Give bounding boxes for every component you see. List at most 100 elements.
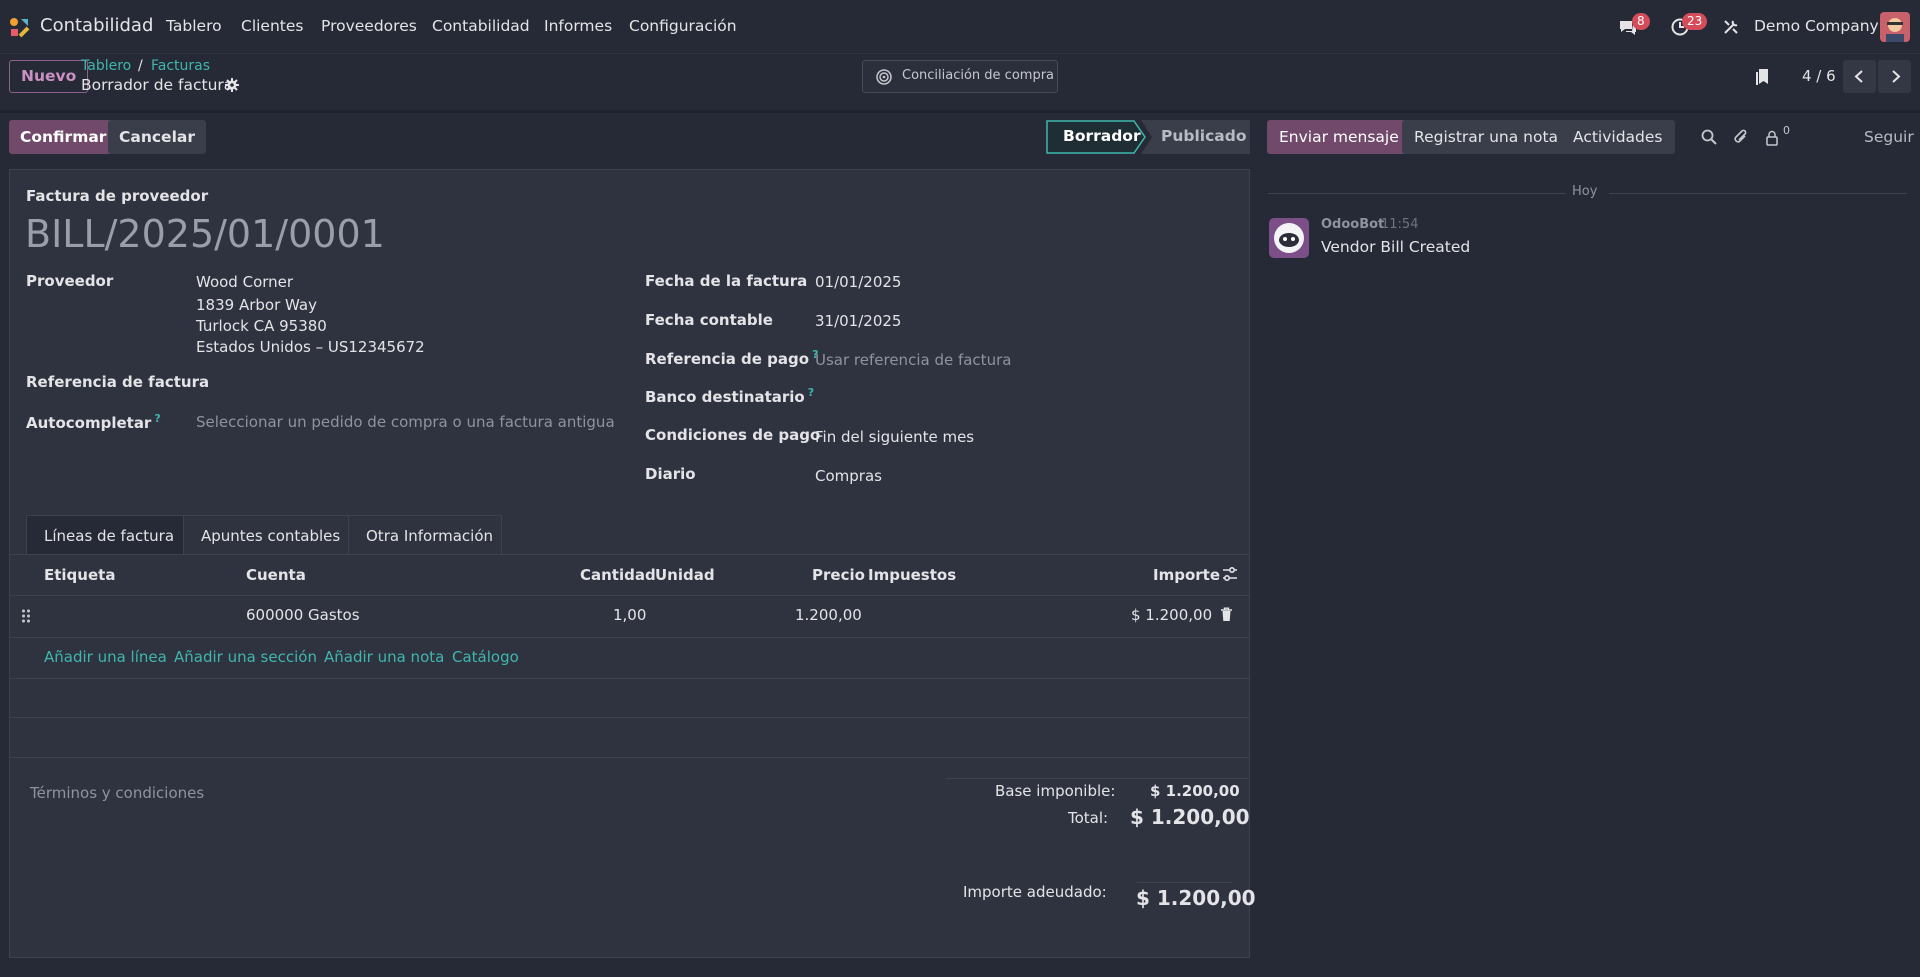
follow-button[interactable]: Seguir xyxy=(1864,128,1914,146)
message-author[interactable]: OdooBot xyxy=(1321,217,1384,232)
tab-other-info[interactable]: Otra Información xyxy=(348,515,502,555)
payment-reference-label: Referencia de pago? xyxy=(645,348,819,368)
recipient-bank-label: Banco destinatario? xyxy=(645,386,815,406)
target-icon xyxy=(876,69,892,85)
tab-invoice-lines[interactable]: Líneas de factura xyxy=(26,515,184,555)
drag-handle-icon[interactable] xyxy=(21,609,31,623)
smart-button-reconciliation[interactable]: Conciliación de compra xyxy=(862,60,1058,93)
messages-badge: 8 xyxy=(1632,13,1650,30)
activities-button[interactable]: Actividades xyxy=(1561,120,1675,154)
untaxed-label: Base imponible: xyxy=(995,782,1116,800)
pager-previous-button[interactable] xyxy=(1843,60,1876,93)
company-switcher[interactable]: Demo Company xyxy=(1754,17,1879,35)
nav-clientes[interactable]: Clientes xyxy=(241,17,303,35)
invoice-date-input[interactable]: 01/01/2025 xyxy=(815,273,901,291)
bill-reference-input[interactable] xyxy=(196,370,596,394)
followers-lock-icon[interactable] xyxy=(1765,130,1779,146)
add-section-link[interactable]: Añadir una sección xyxy=(174,648,317,666)
cell-quantity[interactable]: 1,00 xyxy=(613,606,646,624)
col-price[interactable]: Precio xyxy=(812,566,865,584)
recipient-bank-input[interactable] xyxy=(815,386,1215,410)
pager-value[interactable]: 4 / 6 xyxy=(1802,67,1836,85)
vendor-country: Estados Unidos – US12345672 xyxy=(196,338,425,356)
cell-price[interactable]: 1.200,00 xyxy=(795,606,862,624)
confirm-button[interactable]: Confirmar xyxy=(9,120,118,154)
invoice-name[interactable]: BILL/2025/01/0001 xyxy=(25,212,385,256)
cell-account[interactable]: 600000 Gastos xyxy=(246,606,360,624)
payment-terms-label: Condiciones de pago xyxy=(645,426,821,444)
total-label: Total: xyxy=(1068,809,1109,827)
recipient-bank-help-icon[interactable]: ? xyxy=(808,386,814,399)
odoobot-avatar xyxy=(1269,218,1309,258)
accounting-date-label: Fecha contable xyxy=(645,311,773,329)
log-note-button[interactable]: Registrar una nota xyxy=(1402,120,1571,154)
col-uom[interactable]: Unidad xyxy=(655,566,715,584)
smart-button-label: Conciliación de compra xyxy=(902,68,1055,83)
autocomplete-label: Autocompletar? xyxy=(26,412,161,432)
gear-icon[interactable] xyxy=(225,78,239,92)
empty-row-divider-1 xyxy=(9,678,1250,679)
tabs-underline xyxy=(9,554,1250,555)
add-line-link[interactable]: Añadir una línea xyxy=(44,648,167,666)
payment-reference-input[interactable]: Usar referencia de factura xyxy=(815,351,1011,369)
nav-informes[interactable]: Informes xyxy=(544,17,612,35)
followers-count: 0 xyxy=(1783,124,1790,137)
send-message-button[interactable]: Enviar mensaje xyxy=(1267,120,1411,154)
row-divider xyxy=(9,637,1250,638)
status-stage-draft[interactable]: Borrador xyxy=(1046,120,1146,154)
untaxed-amount: $ 1.200,00 xyxy=(1150,782,1240,800)
status-stage-posted-label: Publicado xyxy=(1161,127,1247,145)
vendor-city: Turlock CA 95380 xyxy=(196,317,327,335)
add-note-link[interactable]: Añadir una nota xyxy=(324,648,444,666)
payment-terms-input[interactable]: Fin del siguiente mes xyxy=(815,428,974,446)
date-separator-line-right xyxy=(1609,193,1907,194)
nav-tablero[interactable]: Tablero xyxy=(166,17,222,35)
pager-next-button[interactable] xyxy=(1878,60,1911,93)
totals-top-line xyxy=(946,778,1248,779)
cancel-button[interactable]: Cancelar xyxy=(108,120,206,154)
col-label[interactable]: Etiqueta xyxy=(44,566,115,584)
attachment-icon[interactable] xyxy=(1733,128,1749,146)
new-button[interactable]: Nuevo xyxy=(9,60,89,93)
terms-conditions-input[interactable]: Términos y condiciones xyxy=(30,784,204,802)
nav-configuracion[interactable]: Configuración xyxy=(629,17,737,35)
col-quantity[interactable]: Cantidad xyxy=(580,566,656,584)
vendor-name[interactable]: Wood Corner xyxy=(196,273,293,291)
autocomplete-help-icon[interactable]: ? xyxy=(154,412,160,425)
control-divider xyxy=(0,110,1920,113)
col-amount[interactable]: Importe xyxy=(1153,566,1220,584)
nav-contabilidad[interactable]: Contabilidad xyxy=(432,17,530,35)
autocomplete-input[interactable]: Seleccionar un pedido de compra o una fa… xyxy=(196,413,615,431)
optional-columns-icon[interactable] xyxy=(1222,566,1238,582)
move-type-label: Factura de proveedor xyxy=(26,187,209,205)
bill-reference-label: Referencia de factura xyxy=(26,373,210,391)
tab-journal-items[interactable]: Apuntes contables xyxy=(183,515,349,555)
accounting-date-input[interactable]: 31/01/2025 xyxy=(815,312,901,330)
chatter-search-icon[interactable] xyxy=(1701,129,1717,145)
breadcrumb-tablero[interactable]: Tablero xyxy=(81,58,131,74)
bookmark-icon[interactable] xyxy=(1755,68,1771,86)
debug-tools-icon[interactable] xyxy=(1722,18,1740,36)
breadcrumb-separator: / xyxy=(138,58,143,74)
empty-row-divider-2 xyxy=(9,717,1250,718)
catalog-link[interactable]: Catálogo xyxy=(452,648,519,666)
amount-due-label: Importe adeudado: xyxy=(963,883,1107,901)
col-taxes[interactable]: Impuestos xyxy=(868,566,956,584)
journal-label: Diario xyxy=(645,465,696,483)
cell-amount: $ 1.200,00 xyxy=(1131,606,1213,624)
user-avatar[interactable] xyxy=(1880,12,1910,42)
journal-input[interactable]: Compras xyxy=(815,467,882,485)
breadcrumb-facturas[interactable]: Facturas xyxy=(151,58,210,74)
message-body: Vendor Bill Created xyxy=(1321,238,1471,256)
total-amount: $ 1.200,00 xyxy=(1130,805,1250,829)
trash-icon[interactable] xyxy=(1220,607,1233,622)
empty-row-divider-3 xyxy=(9,757,1250,758)
message-time: 11:54 xyxy=(1381,217,1419,232)
app-name[interactable]: Contabilidad xyxy=(40,15,153,36)
status-stage-posted[interactable]: Publicado xyxy=(1141,120,1250,154)
col-account[interactable]: Cuenta xyxy=(246,566,306,584)
invoice-date-label: Fecha de la factura xyxy=(645,272,808,290)
table-row[interactable]: 600000 Gastos 1,00 1.200,00 $ 1.200,00 xyxy=(9,596,1250,636)
nav-proveedores[interactable]: Proveedores xyxy=(321,17,417,35)
app-logo-icon[interactable] xyxy=(8,16,30,38)
